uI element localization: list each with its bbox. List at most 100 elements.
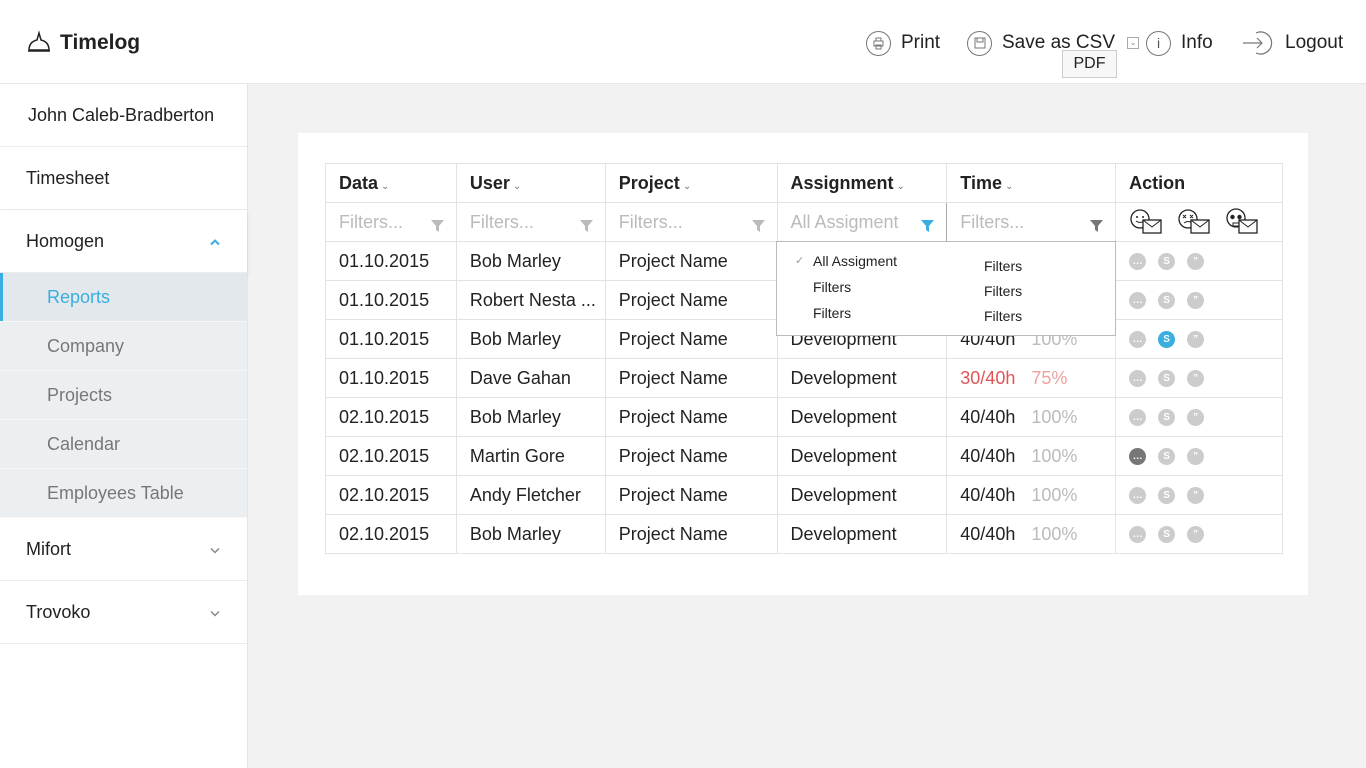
column-header-user[interactable]: User ⌄ [455,163,606,203]
hangouts-icon[interactable]: ” [1187,447,1205,465]
print-button[interactable]: Print [866,28,940,58]
chat-icon[interactable]: … [1129,447,1147,465]
chat-icon[interactable]: … [1129,486,1147,504]
time-value: 30/40h [960,367,1016,388]
table-row[interactable]: 02.10.2015 Martin Gore Project Name Develop… [325,436,1283,476]
assignment-dropdown: ✓ All Assigment Filters Filters Filters F… [776,241,1116,336]
column-header-assignment[interactable]: Assignment ⌄ [776,163,948,203]
hangouts-icon[interactable]: ” [1187,486,1205,504]
info-label: Info [1181,32,1213,53]
skype-icon[interactable]: S [1158,369,1176,387]
sidebar-user-name[interactable]: John Caleb-Bradberton [0,84,247,147]
skype-icon[interactable]: S [1158,525,1176,543]
dropdown-option-all-assignment[interactable]: ✓ All Assigment [795,252,897,269]
filter-placeholder: Filters... [469,211,534,232]
chat-icon[interactable]: … [1129,252,1147,270]
option-label: Filters [813,304,852,321]
group-label: Trovoko [26,601,91,622]
sidebar-item-employees-table[interactable]: Employees Table [0,469,247,518]
cell-assignment: Development [776,436,948,476]
cell-time: 40/40h 100% [946,436,1117,476]
dropdown-option[interactable]: Filters [984,282,1022,299]
dropdown-option[interactable]: Filters [984,257,1022,274]
chat-icon[interactable]: … [1129,330,1147,348]
chat-icon[interactable]: … [1129,291,1147,309]
logout-icon [1243,31,1273,55]
filter-select-assignment[interactable]: All Assigment [776,202,948,242]
chevron-down-icon[interactable]: ⌄ [1127,37,1139,49]
cell-actions: … S ” [1115,436,1283,476]
column-header-time[interactable]: Time ⌄ [946,163,1117,203]
column-header-data[interactable]: Data ⌄ [325,163,457,203]
chat-icon[interactable]: … [1129,369,1147,387]
hangouts-icon[interactable]: ” [1187,330,1205,348]
table-row[interactable]: 02.10.2015 Andy Fletcher Project Name Devel… [325,475,1283,515]
skype-icon[interactable]: S [1158,447,1176,465]
app-logo[interactable]: Timelog [26,30,140,56]
cell-project: Project Name [604,514,778,554]
dropdown-option[interactable]: Filters [795,304,897,321]
cell-project: Project Name [604,397,778,437]
skype-icon[interactable]: S [1158,330,1176,348]
sidebar: John Caleb-Bradberton Timesheet Homogen … [0,84,248,768]
sidebar-group-homogen[interactable]: Homogen [0,210,247,273]
cell-time: 40/40h 100% [946,475,1117,515]
skull-mail-icon[interactable] [1225,208,1259,236]
dropdown-right-column: Filters Filters Filters [984,257,1022,324]
timelog-logo-icon [28,30,50,52]
cell-time: 40/40h 100% [946,514,1117,554]
hangouts-icon[interactable]: ” [1187,291,1205,309]
filter-placeholder: Filters... [960,211,1025,232]
chevron-up-icon [209,231,221,252]
header-label: Time [960,172,1002,193]
filter-input-user[interactable]: Filters... [455,202,606,242]
group-label: Mifort [26,538,71,559]
app-header: Timelog Print Save as CSV ⌄ PDF i Info L… [0,0,1366,84]
hangouts-icon[interactable]: ” [1187,525,1205,543]
pdf-option[interactable]: PDF [1062,50,1117,78]
filter-icon [430,216,444,237]
filter-input-project[interactable]: Filters... [604,202,778,242]
table-row[interactable]: 01.10.2015 Dave Gahan Project Name Developm… [325,358,1283,398]
filter-input-data[interactable]: Filters... [325,202,457,242]
cell-actions: … S ” [1115,397,1283,437]
column-header-project[interactable]: Project ⌄ [604,163,778,203]
time-value: 40/40h [960,523,1016,544]
sidebar-submenu: Reports Company Projects Calendar Employ… [0,273,247,518]
dizzy-mail-icon[interactable] [1177,208,1211,236]
sidebar-item-timesheet[interactable]: Timesheet [0,147,247,210]
cell-assignment: Development [776,397,948,437]
sidebar-item-calendar[interactable]: Calendar [0,420,247,469]
sidebar-item-reports[interactable]: Reports [0,273,247,322]
filter-input-time[interactable]: Filters... [946,202,1117,242]
skype-icon[interactable]: S [1158,408,1176,426]
skype-icon[interactable]: S [1158,486,1176,504]
table-row[interactable]: 02.10.2015 Bob Marley Project Name Developm… [325,397,1283,437]
dropdown-option[interactable]: Filters [984,307,1022,324]
sidebar-group-trovoko[interactable]: Trovoko [0,581,247,644]
dropdown-option[interactable]: Filters [795,278,897,295]
cell-time: 30/40h 75% [946,358,1117,398]
time-percent: 75% [1031,367,1068,388]
cell-assignment: Development [776,514,948,554]
sort-icon: ⌄ [381,180,390,192]
sidebar-item-projects[interactable]: Projects [0,371,247,420]
chat-icon[interactable]: … [1129,525,1147,543]
cell-actions: … S ” [1115,241,1283,281]
table-row[interactable]: 02.10.2015 Bob Marley Project Name Developm… [325,514,1283,554]
cell-assignment: Development [776,358,948,398]
skype-icon[interactable]: S [1158,252,1176,270]
cell-actions: … S ” [1115,475,1283,515]
sidebar-group-mifort[interactable]: Mifort [0,518,247,581]
cell-date: 02.10.2015 [325,475,457,515]
skype-icon[interactable]: S [1158,291,1176,309]
hangouts-icon[interactable]: ” [1187,252,1205,270]
hangouts-icon[interactable]: ” [1187,408,1205,426]
sidebar-item-company[interactable]: Company [0,322,247,371]
cell-project: Project Name [604,358,778,398]
chat-icon[interactable]: … [1129,408,1147,426]
info-button[interactable]: i Info [1146,28,1213,58]
hangouts-icon[interactable]: ” [1187,369,1205,387]
smile-mail-icon[interactable] [1129,208,1163,236]
logout-button[interactable]: Logout [1242,28,1343,58]
